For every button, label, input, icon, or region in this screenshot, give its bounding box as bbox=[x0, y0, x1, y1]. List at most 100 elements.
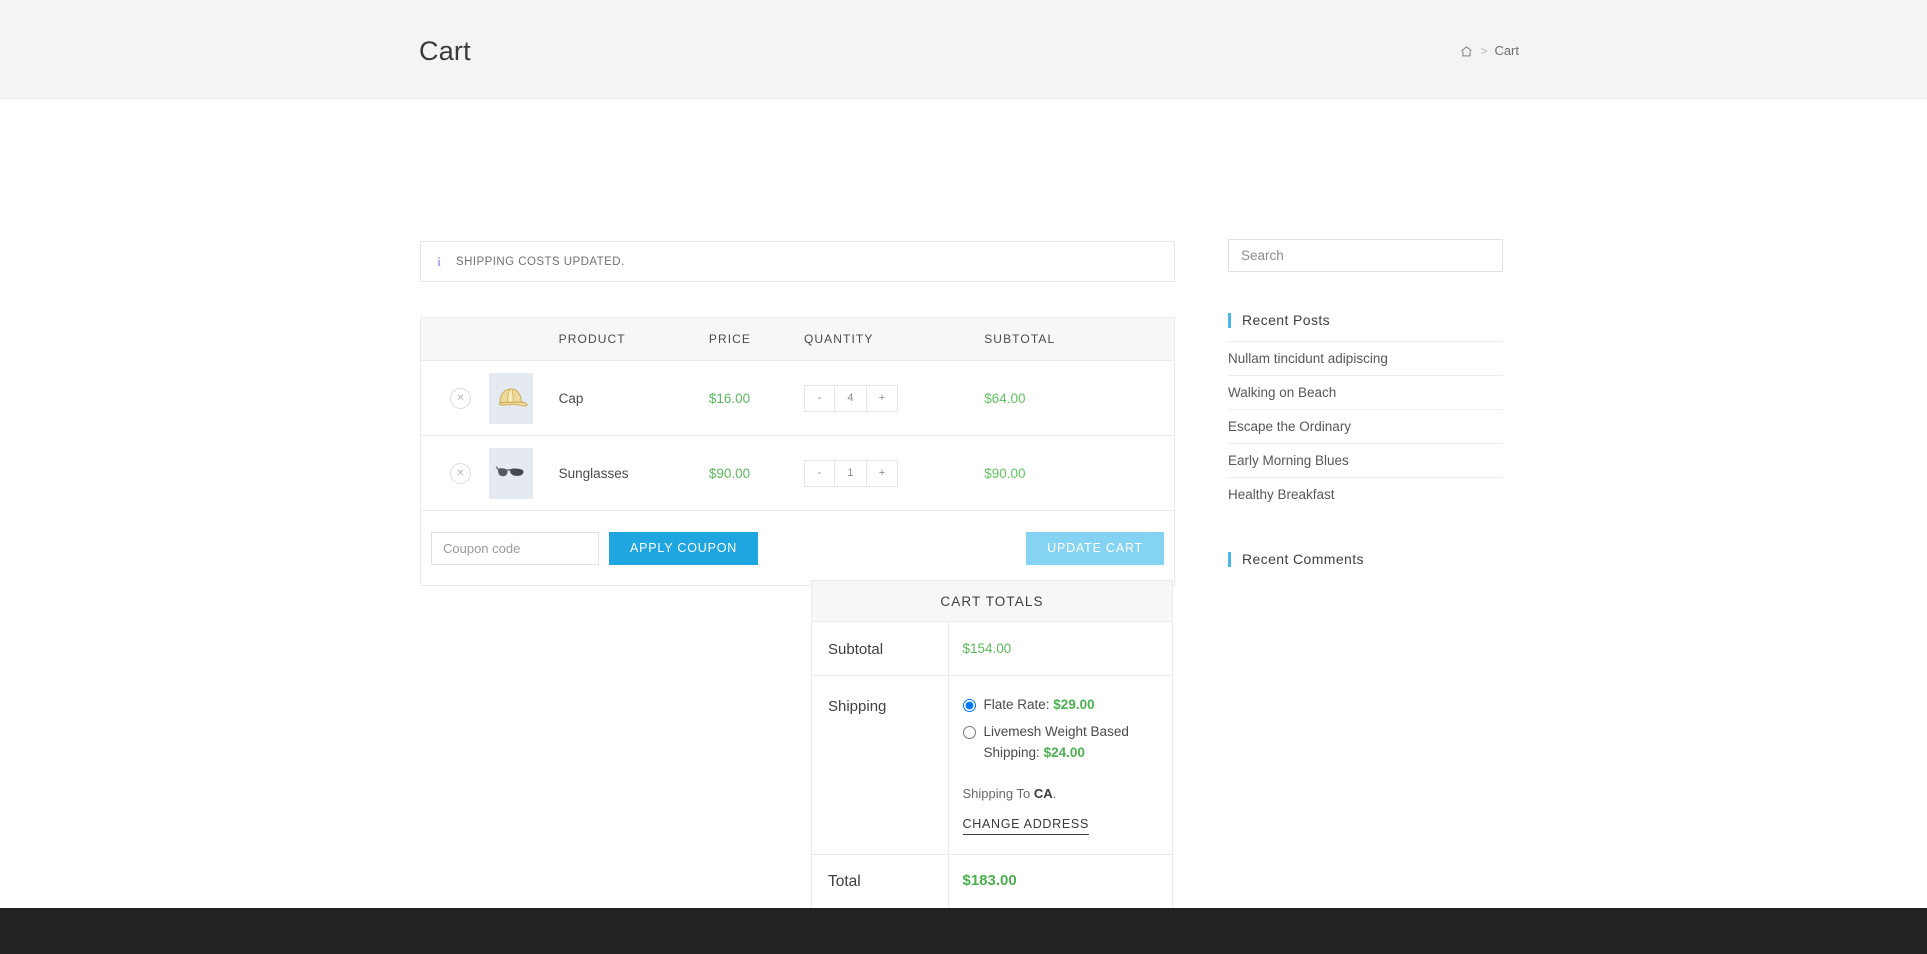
quantity-increase-button[interactable]: + bbox=[867, 386, 897, 411]
subtotal-label: Subtotal bbox=[812, 622, 948, 676]
coupon-cell: APPLY COUPON UPDATE CART bbox=[421, 511, 1175, 586]
shipping-to-suffix: . bbox=[1053, 786, 1057, 801]
shipping-options-cell: Flate Rate: $29.00 Livemesh Weight Based… bbox=[948, 676, 1172, 855]
list-item: Healthy Breakfast bbox=[1228, 477, 1503, 511]
shipping-option-flat-rate-amount: $29.00 bbox=[1053, 697, 1094, 712]
sunglasses-thumbnail[interactable] bbox=[489, 448, 533, 499]
shipping-destination: Shipping To CA. bbox=[963, 786, 1173, 801]
shipping-radio-livemesh[interactable] bbox=[963, 726, 976, 739]
home-icon[interactable] bbox=[1460, 45, 1473, 58]
search-input[interactable] bbox=[1228, 239, 1503, 272]
recent-post-link[interactable]: Escape the Ordinary bbox=[1228, 419, 1351, 434]
shipping-option-livemesh-text: Livemesh Weight Based Shipping: $24.00 bbox=[984, 722, 1173, 764]
cart-header-row: PRODUCT PRICE QUANTITY SUBTOTAL bbox=[421, 318, 1175, 361]
shipping-to-region: CA bbox=[1034, 786, 1053, 801]
cell-remove: ✕ bbox=[421, 361, 489, 436]
recent-comments-title-text: Recent Comments bbox=[1242, 551, 1364, 567]
breadcrumb-separator: > bbox=[1480, 44, 1487, 58]
cart-totals-heading: CART TOTALS bbox=[812, 581, 1172, 622]
total-label: Total bbox=[812, 854, 948, 908]
cell-remove: ✕ bbox=[421, 436, 489, 511]
shipping-option-flat-rate-text: Flate Rate: $29.00 bbox=[984, 695, 1095, 716]
col-quantity: QUANTITY bbox=[804, 318, 984, 361]
col-subtotal: SUBTOTAL bbox=[984, 318, 1174, 361]
recent-post-link[interactable]: Nullam tincidunt adipiscing bbox=[1228, 351, 1388, 366]
cell-thumbnail bbox=[489, 436, 559, 511]
remove-item-button[interactable]: ✕ bbox=[450, 463, 471, 484]
cell-thumbnail bbox=[489, 361, 559, 436]
shipping-option-livemesh[interactable]: Livemesh Weight Based Shipping: $24.00 bbox=[963, 722, 1173, 764]
col-thumbnail bbox=[489, 318, 559, 361]
update-cart-button[interactable]: UPDATE CART bbox=[1026, 532, 1164, 565]
totals-row-shipping: Shipping Flate Rate: $29.00 bbox=[812, 676, 1172, 855]
subtotal-value: $154.00 bbox=[963, 641, 1012, 656]
cart-table-head: PRODUCT PRICE QUANTITY SUBTOTAL bbox=[421, 318, 1175, 361]
quantity-stepper[interactable]: - 1 + bbox=[804, 460, 898, 487]
quantity-increase-button[interactable]: + bbox=[867, 461, 897, 486]
cell-quantity: - 4 + bbox=[804, 361, 984, 436]
coupon-input[interactable] bbox=[431, 532, 599, 565]
quantity-decrease-button[interactable]: - bbox=[805, 386, 835, 411]
info-icon: i bbox=[435, 254, 443, 270]
list-item: Nullam tincidunt adipiscing bbox=[1228, 341, 1503, 375]
cart-column: i SHIPPING COSTS UPDATED. PRODUCT PRICE … bbox=[420, 241, 1175, 586]
recent-post-link[interactable]: Healthy Breakfast bbox=[1228, 487, 1335, 502]
list-item: Early Morning Blues bbox=[1228, 443, 1503, 477]
recent-post-link[interactable]: Walking on Beach bbox=[1228, 385, 1336, 400]
recent-comments-title: Recent Comments bbox=[1228, 551, 1503, 567]
table-row: ✕ Cap $16.00 bbox=[421, 361, 1175, 436]
cap-thumbnail[interactable] bbox=[489, 373, 533, 424]
total-value: $183.00 bbox=[963, 872, 1017, 889]
recent-post-link[interactable]: Early Morning Blues bbox=[1228, 453, 1349, 468]
col-product: PRODUCT bbox=[559, 318, 709, 361]
list-item: Walking on Beach bbox=[1228, 375, 1503, 409]
product-name[interactable]: Sunglasses bbox=[559, 436, 709, 511]
shipping-radio-flat-rate[interactable] bbox=[963, 699, 976, 712]
notice-message: SHIPPING COSTS UPDATED. bbox=[456, 256, 625, 268]
col-remove bbox=[421, 318, 489, 361]
widget-recent-posts: Recent Posts Nullam tincidunt adipiscing… bbox=[1228, 312, 1503, 511]
shipping-label: Shipping bbox=[812, 676, 948, 855]
recent-posts-title-text: Recent Posts bbox=[1242, 312, 1330, 328]
breadcrumb-current: Cart bbox=[1494, 43, 1519, 58]
cap-icon bbox=[494, 385, 528, 411]
sunglasses-icon bbox=[494, 463, 528, 483]
cart-totals-table: Subtotal $154.00 Shipping Flate Rate: $2… bbox=[812, 622, 1172, 908]
product-subtotal: $64.00 bbox=[984, 361, 1174, 436]
remove-item-button[interactable]: ✕ bbox=[450, 388, 471, 409]
coupon-row: APPLY COUPON UPDATE CART bbox=[421, 511, 1175, 586]
list-item: Escape the Ordinary bbox=[1228, 409, 1503, 443]
product-price: $90.00 bbox=[709, 436, 804, 511]
recent-posts-list: Nullam tincidunt adipiscing Walking on B… bbox=[1228, 341, 1503, 511]
widget-recent-comments: Recent Comments bbox=[1228, 551, 1503, 567]
shipping-to-prefix: Shipping To bbox=[963, 786, 1031, 801]
site-footer bbox=[0, 908, 1927, 954]
main-content: i SHIPPING COSTS UPDATED. PRODUCT PRICE … bbox=[0, 99, 1927, 908]
shipping-notice: i SHIPPING COSTS UPDATED. bbox=[420, 241, 1175, 282]
product-price: $16.00 bbox=[709, 361, 804, 436]
table-row: ✕ Sunglasses $90.00 bbox=[421, 436, 1175, 511]
cell-quantity: - 1 + bbox=[804, 436, 984, 511]
totals-row-subtotal: Subtotal $154.00 bbox=[812, 622, 1172, 676]
breadcrumb: > Cart bbox=[1460, 43, 1519, 58]
page-header: Cart > Cart bbox=[0, 0, 1927, 99]
quantity-value[interactable]: 1 bbox=[835, 461, 867, 486]
shipping-option-flat-rate[interactable]: Flate Rate: $29.00 bbox=[963, 695, 1173, 716]
subtotal-value-cell: $154.00 bbox=[948, 622, 1172, 676]
quantity-decrease-button[interactable]: - bbox=[805, 461, 835, 486]
cart-totals-panel: CART TOTALS Subtotal $154.00 Shipping bbox=[811, 580, 1173, 954]
shipping-option-livemesh-amount: $24.00 bbox=[1044, 745, 1085, 760]
sidebar: Recent Posts Nullam tincidunt adipiscing… bbox=[1228, 239, 1503, 567]
shipping-option-flat-rate-label: Flate Rate: bbox=[984, 697, 1050, 712]
change-address-link[interactable]: CHANGE ADDRESS bbox=[963, 817, 1090, 835]
cart-table: PRODUCT PRICE QUANTITY SUBTOTAL ✕ bbox=[420, 317, 1175, 586]
quantity-value[interactable]: 4 bbox=[835, 386, 867, 411]
apply-coupon-button[interactable]: APPLY COUPON bbox=[609, 532, 758, 565]
page-title: Cart bbox=[419, 36, 471, 67]
col-price: PRICE bbox=[709, 318, 804, 361]
product-subtotal: $90.00 bbox=[984, 436, 1174, 511]
quantity-stepper[interactable]: - 4 + bbox=[804, 385, 898, 412]
totals-row-total: Total $183.00 bbox=[812, 854, 1172, 908]
product-name[interactable]: Cap bbox=[559, 361, 709, 436]
cart-table-body: ✕ Cap $16.00 bbox=[421, 361, 1175, 586]
